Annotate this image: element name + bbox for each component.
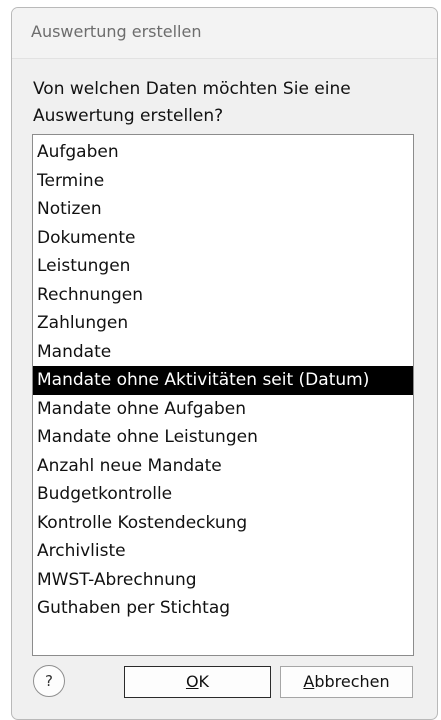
prompt-text: Von welchen Daten möchten Sie eine Auswe…: [33, 79, 351, 126]
list-item[interactable]: Mandate ohne Leistungen: [33, 423, 413, 452]
question-mark-icon: ?: [45, 672, 53, 690]
cancel-button[interactable]: Abbrechen: [280, 666, 413, 698]
ok-label-rest: K: [198, 672, 210, 691]
cancel-mnemonic: A: [303, 672, 315, 691]
cancel-label-rest: bbrechen: [314, 672, 390, 691]
dialog-title: Auswertung erstellen: [31, 22, 202, 41]
list-item[interactable]: Zahlungen: [33, 309, 413, 338]
list-item[interactable]: MWST-Abrechnung: [33, 566, 413, 595]
list-item[interactable]: Anzahl neue Mandate: [33, 452, 413, 481]
list-item-selected[interactable]: Mandate ohne Aktivitäten seit (Datum): [33, 366, 413, 395]
ok-button[interactable]: OK: [124, 666, 271, 698]
list-item[interactable]: Dokumente: [33, 224, 413, 253]
ok-mnemonic: O: [185, 672, 199, 691]
list-item[interactable]: Termine: [33, 167, 413, 196]
help-button[interactable]: ?: [33, 665, 65, 697]
dialog-titlebar: Auswertung erstellen: [12, 8, 437, 59]
report-type-listbox[interactable]: Aufgaben Termine Notizen Dokumente Leistunge…: [32, 134, 414, 656]
list-item[interactable]: Guthaben per Stichtag: [33, 594, 413, 623]
list-item[interactable]: Leistungen: [33, 252, 413, 281]
list-item[interactable]: Mandate: [33, 338, 413, 367]
list-item[interactable]: Notizen: [33, 195, 413, 224]
list-item[interactable]: Archivliste: [33, 537, 413, 566]
list-item[interactable]: Mandate ohne Aufgaben: [33, 395, 413, 424]
dialog-window: Auswertung erstellen Von welchen Daten m…: [11, 7, 438, 720]
list-item[interactable]: Rechnungen: [33, 281, 413, 310]
dialog-footer: ? OK Abbrechen: [12, 665, 437, 719]
list-item[interactable]: Aufgaben: [33, 138, 413, 167]
list-item[interactable]: Kontrolle Kostendeckung: [33, 509, 413, 538]
screen: Auswertung erstellen Von welchen Daten m…: [0, 0, 441, 720]
list-item[interactable]: Budgetkontrolle: [33, 480, 413, 509]
